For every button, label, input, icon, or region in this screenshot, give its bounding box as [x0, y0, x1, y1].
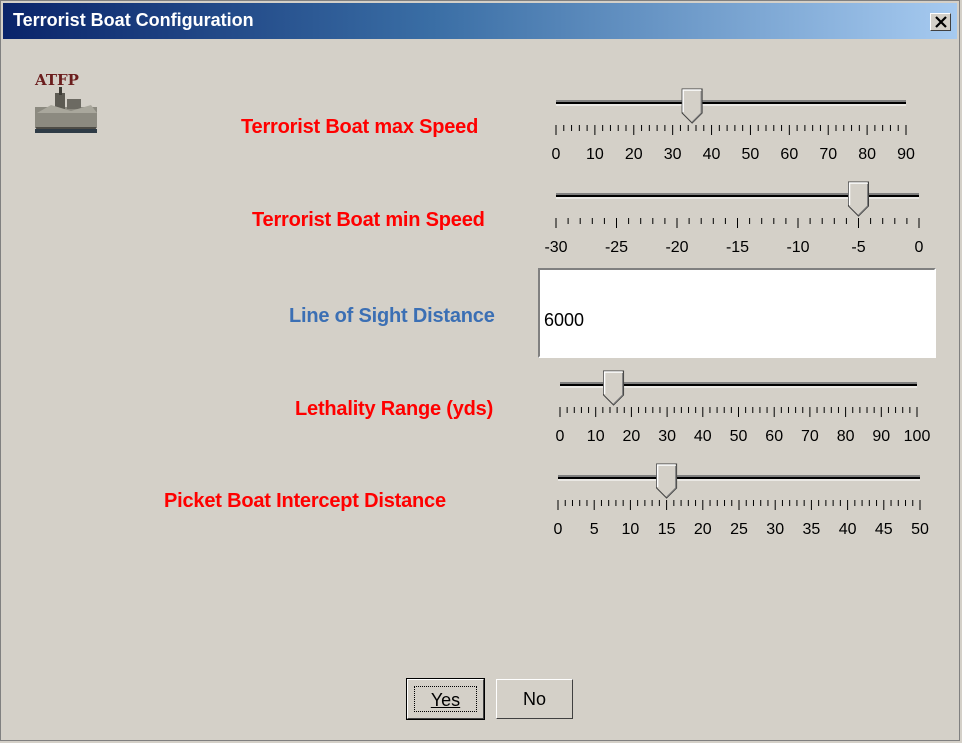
tick-label: -15: [726, 239, 749, 256]
tick-label: 0: [556, 428, 565, 445]
tick-label: 20: [623, 428, 641, 445]
intercept-distance-label: Picket Boat Intercept Distance: [164, 490, 446, 512]
yes-button[interactable]: Yes: [406, 678, 485, 720]
tick-label: 90: [872, 428, 890, 445]
tick-label: 0: [554, 521, 563, 538]
intercept-distance-slider[interactable]: 0 5 10 15 20 25 30 35 40 45 50: [546, 456, 929, 548]
tick-label: 80: [837, 428, 855, 445]
no-button[interactable]: No: [496, 679, 573, 719]
tick-label: 20: [694, 521, 712, 538]
close-x-icon: [935, 16, 947, 28]
line-of-sight-label: Line of Sight Distance: [289, 305, 495, 327]
tick-label: -25: [605, 239, 628, 256]
tick-label: 40: [694, 428, 712, 445]
slider-thumb[interactable]: [656, 463, 678, 499]
atfp-logo: ATFP: [31, 69, 99, 137]
tick-label: 50: [911, 521, 929, 538]
tick-label: 0: [552, 146, 561, 163]
close-button[interactable]: [930, 13, 951, 31]
tick-label: 0: [915, 239, 924, 256]
lethality-range-slider[interactable]: 0 10 20 30 40 50 60 70 80 90 100: [546, 363, 930, 455]
tick-label: 60: [765, 428, 783, 445]
tick-label: 60: [780, 146, 798, 163]
tick-label: 50: [730, 428, 748, 445]
slider-thumb[interactable]: [681, 88, 703, 124]
tick-label: 10: [622, 521, 640, 538]
max-speed-label: Terrorist Boat max Speed: [241, 116, 479, 138]
tick-label: 25: [730, 521, 748, 538]
min-speed-label: Terrorist Boat min Speed: [252, 209, 485, 231]
line-of-sight-input[interactable]: 6000: [538, 268, 936, 358]
tick-label: 70: [819, 146, 837, 163]
tick-label: -10: [786, 239, 809, 256]
min-speed-slider[interactable]: -30 -25 -20 -15 -10 -5 0: [544, 174, 926, 266]
tick-label: 10: [586, 146, 604, 163]
tick-label: 80: [858, 146, 876, 163]
tick-label: 50: [742, 146, 760, 163]
tick-label: 10: [587, 428, 605, 445]
slider-track: [556, 100, 906, 106]
tick-label: 30: [664, 146, 682, 163]
lethality-range-label: Lethality Range (yds): [295, 398, 494, 420]
tick-label: 30: [766, 521, 784, 538]
tick-label: -20: [665, 239, 688, 256]
tick-label: 30: [658, 428, 676, 445]
logo-text: ATFP: [34, 71, 79, 89]
tick-label: 45: [875, 521, 893, 538]
dialog-window: Terrorist Boat Configuration ATFP Terror…: [0, 0, 960, 741]
tick-label: 15: [658, 521, 676, 538]
tick-label: 90: [897, 146, 915, 163]
no-button-label: No: [522, 689, 546, 709]
title-bar: Terrorist Boat Configuration: [3, 3, 957, 39]
slider-track: [558, 475, 920, 481]
max-speed-slider[interactable]: 0 10 20 30 40 50 60 70 80 90: [546, 81, 926, 173]
tick-label: -30: [544, 239, 567, 256]
tick-label: 100: [904, 428, 931, 445]
tick-label: 40: [703, 146, 721, 163]
tick-label: -5: [851, 239, 865, 256]
tick-label: 40: [839, 521, 857, 538]
window-title: Terrorist Boat Configuration: [13, 10, 254, 30]
slider-thumb[interactable]: [603, 370, 625, 406]
tick-label: 70: [801, 428, 819, 445]
slider-thumb[interactable]: [848, 181, 869, 217]
yes-button-label: Yes: [430, 690, 461, 710]
tick-label: 20: [625, 146, 643, 163]
tick-label: 35: [803, 521, 821, 538]
tick-label: 5: [590, 521, 599, 538]
